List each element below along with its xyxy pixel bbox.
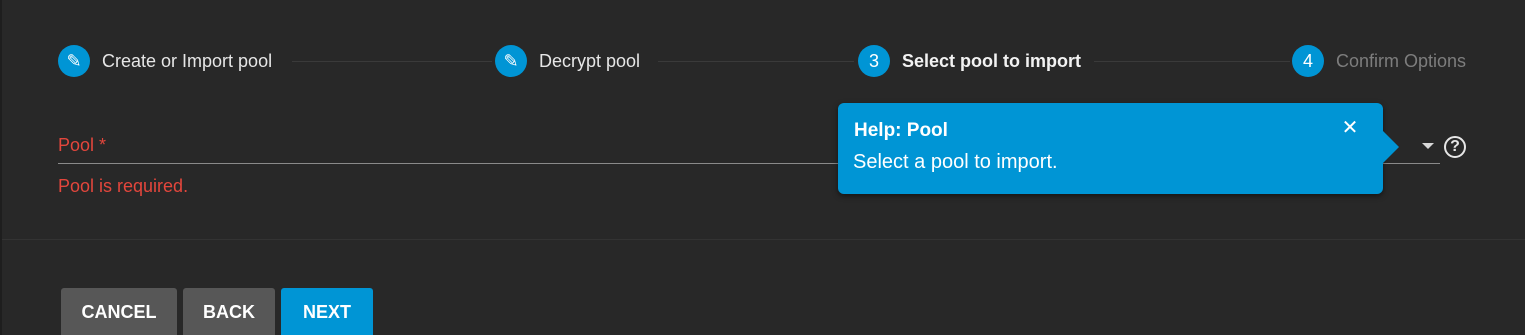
back-button[interactable]: BACK [183, 288, 275, 335]
close-icon[interactable]: ✕ [1340, 118, 1360, 138]
help-icon[interactable]: ? [1444, 136, 1466, 158]
step-label: Decrypt pool [539, 50, 641, 71]
step-label: Create or Import pool [102, 50, 273, 71]
step-label: Select pool to import [902, 50, 1082, 71]
step-confirm-options[interactable]: 4 Confirm Options [1292, 45, 1477, 77]
step-number: 3 [858, 45, 890, 77]
divider [2, 239, 1525, 240]
pool-error-message: Pool is required. [58, 176, 189, 196]
stepper-connector [1094, 61, 1290, 62]
step-select-pool[interactable]: 3 Select pool to import [858, 45, 1092, 77]
pencil-icon: ✎ [495, 45, 527, 77]
chevron-down-icon[interactable] [1422, 143, 1434, 149]
pencil-icon: ✎ [58, 45, 90, 77]
step-label: Confirm Options [1336, 50, 1467, 71]
tooltip-body: Select a pool to import. [853, 151, 1058, 173]
help-tooltip: Help: Pool ✕ Select a pool to import. [838, 103, 1399, 194]
stepper-connector [292, 61, 492, 62]
cancel-button[interactable]: CANCEL [61, 288, 177, 335]
next-button[interactable]: NEXT [281, 288, 373, 335]
pool-select-label[interactable]: Pool * [58, 135, 106, 156]
step-decrypt-pool[interactable]: ✎ Decrypt pool [495, 45, 651, 77]
step-create-or-import[interactable]: ✎ Create or Import pool [58, 45, 283, 77]
tooltip-title: Help: Pool [854, 120, 948, 141]
step-number: 4 [1292, 45, 1324, 77]
import-pool-wizard: ✎ Create or Import pool ✎ Decrypt pool 3… [0, 0, 1525, 335]
stepper-connector [658, 61, 854, 62]
